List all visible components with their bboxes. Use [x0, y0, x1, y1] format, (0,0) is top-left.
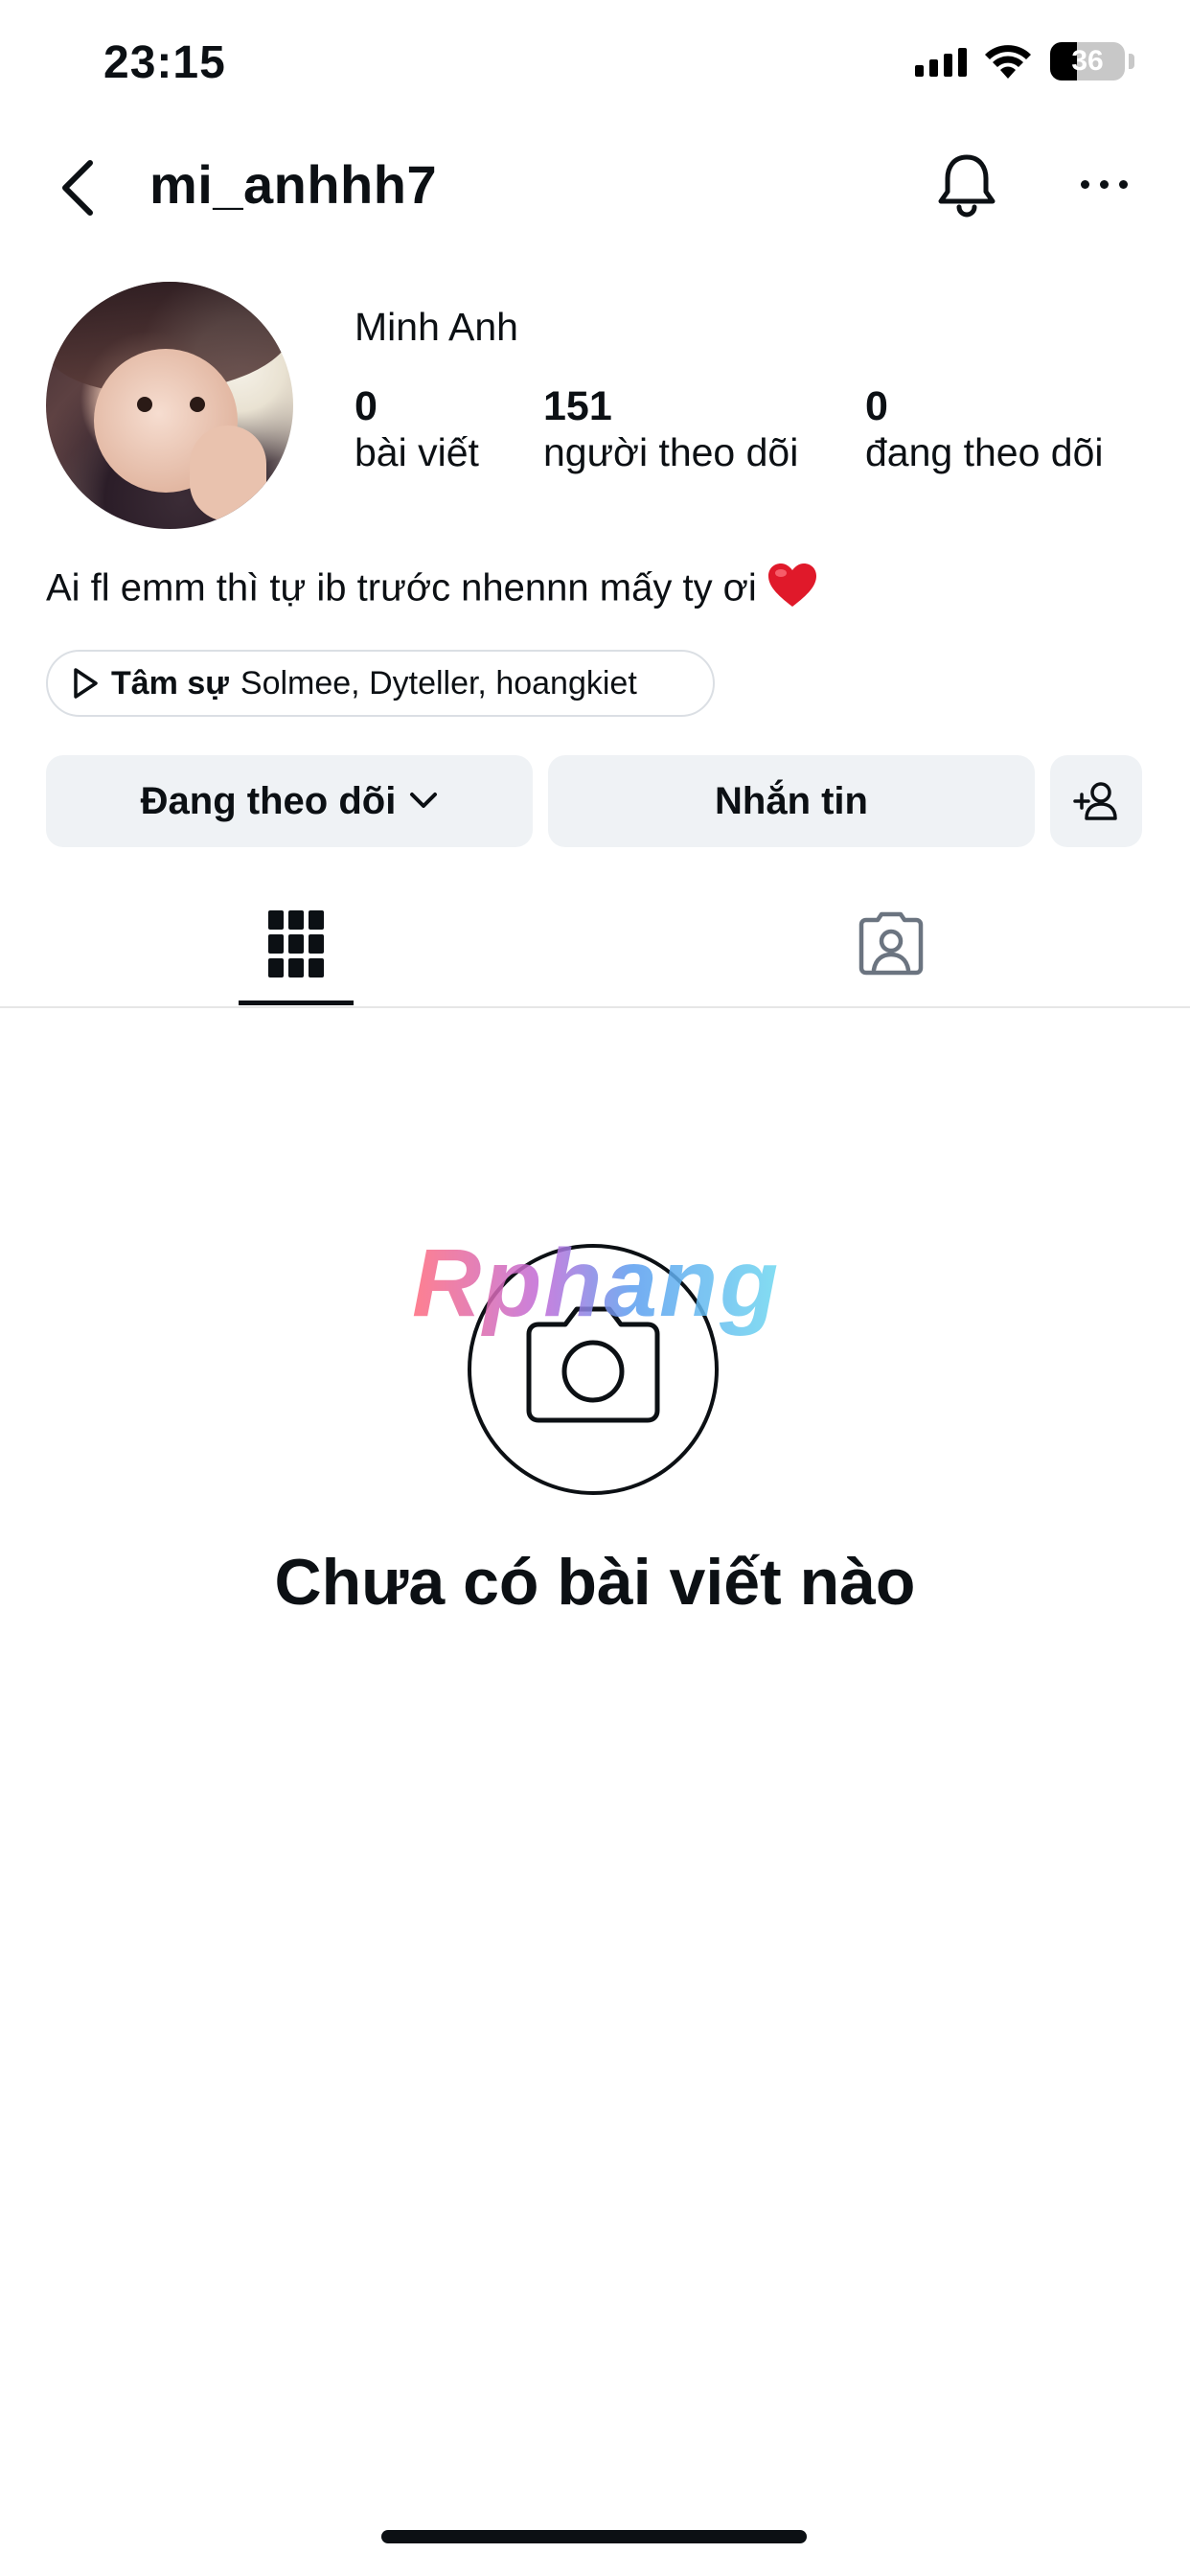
profile-music-chip[interactable]: Tâm sự Solmee, Dyteller, hoangkiet [46, 650, 715, 717]
play-icon [74, 668, 98, 699]
profile-username: mi_anhhh7 [149, 154, 438, 215]
stat-followers-label: người theo dõi [543, 430, 799, 474]
music-title: Tâm sự [111, 664, 229, 702]
back-button[interactable] [56, 157, 102, 223]
tagged-icon [858, 911, 924, 976]
empty-state-title: Chưa có bài viết nào [274, 1546, 916, 1619]
more-options-button[interactable] [1081, 180, 1128, 189]
bell-icon [938, 154, 995, 218]
notifications-button[interactable] [935, 151, 998, 225]
stat-posts[interactable]: 0 bài viết [355, 383, 479, 475]
avatar[interactable] [46, 282, 293, 529]
stat-posts-count: 0 [355, 383, 378, 429]
stat-posts-label: bài viết [355, 430, 479, 474]
watermark-logo: Rphang [412, 1230, 781, 1337]
home-indicator[interactable] [381, 2530, 807, 2543]
stat-following[interactable]: 0 đang theo dõi [865, 383, 1104, 475]
grid-icon [268, 910, 324, 978]
following-button[interactable]: Đang theo dõi [46, 755, 533, 847]
stat-following-label: đang theo dõi [865, 430, 1104, 474]
stat-followers-count: 151 [543, 383, 612, 429]
music-artists: Solmee, Dyteller, hoangkiet [240, 664, 637, 702]
add-user-icon [1073, 782, 1117, 820]
message-button-label: Nhắn tin [715, 779, 868, 822]
chevron-down-icon [410, 793, 438, 808]
heart-icon [767, 562, 818, 619]
stat-following-count: 0 [865, 383, 888, 429]
battery-tip [1129, 54, 1134, 69]
profile-bio: Ai fl emm thì tự ib trước nhennn mấy ty … [46, 562, 818, 619]
cellular-signal-icon [915, 48, 967, 77]
status-time: 23:15 [103, 37, 226, 88]
tabs-divider [0, 1006, 1190, 1008]
suggested-users-button[interactable] [1050, 755, 1142, 847]
battery-percent: 36 [1071, 45, 1104, 77]
tab-tagged[interactable] [858, 910, 924, 980]
wifi-icon [982, 42, 1034, 85]
message-button[interactable]: Nhắn tin [548, 755, 1035, 847]
profile-full-name: Minh Anh [355, 305, 518, 349]
stat-followers[interactable]: 151 người theo dõi [543, 383, 798, 475]
chevron-left-icon [62, 160, 93, 216]
tab-posts-grid[interactable] [268, 910, 324, 982]
active-tab-indicator [239, 1000, 354, 1005]
battery-indicator: 36 [1050, 42, 1125, 80]
more-dot-icon [1081, 180, 1089, 189]
bio-text: Ai fl emm thì tự ib trước nhennn mấy ty … [46, 566, 757, 610]
following-button-label: Đang theo dõi [140, 779, 397, 822]
